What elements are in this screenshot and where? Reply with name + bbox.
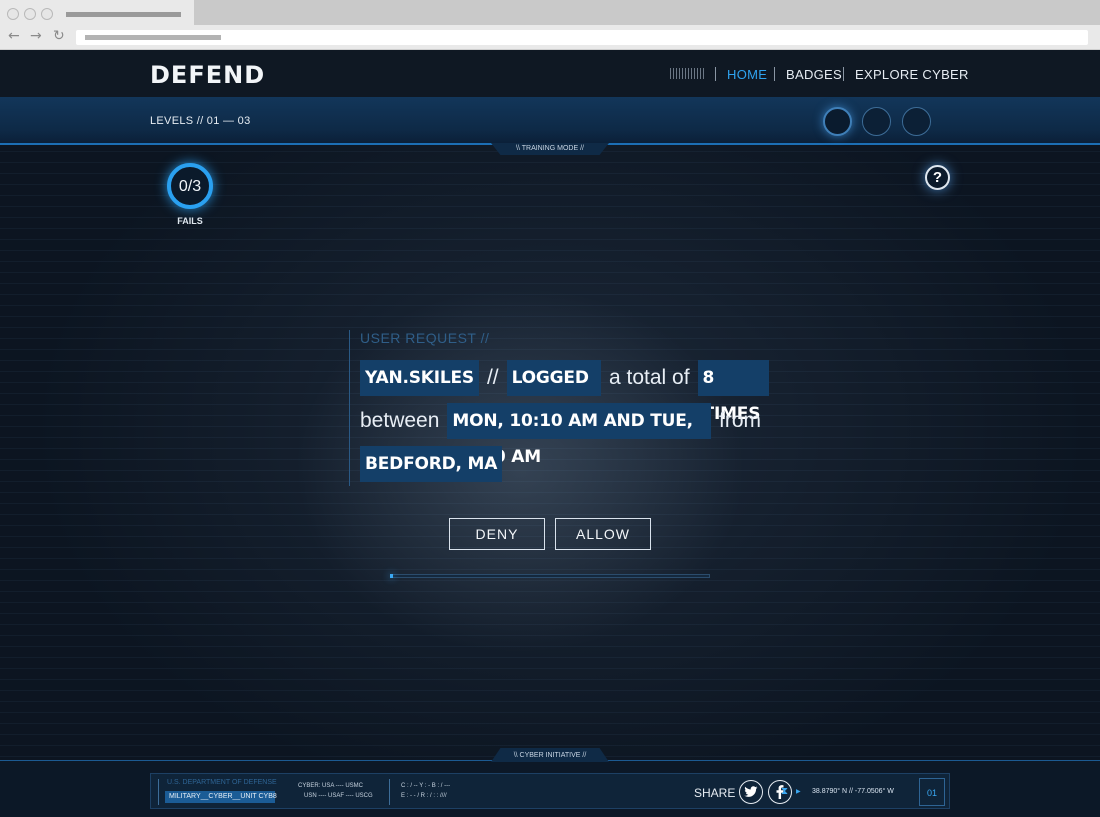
tab-title-placeholder — [66, 12, 181, 17]
game-page: DEFEND HOME BADGES EXPLORE CYBER LEVELS … — [0, 50, 1100, 817]
coordinates-readout: 38.8790° N // -77.0506° W — [812, 788, 894, 795]
fails-count: 0/3 — [178, 178, 202, 195]
address-bar[interactable] — [76, 30, 1088, 45]
back-arrow-icon[interactable]: ← — [8, 28, 20, 44]
url-placeholder — [85, 35, 221, 40]
timer-progress — [390, 574, 393, 578]
browser-titlebar — [0, 0, 1100, 25]
branches-line-1: CYBER: USA ---- USMC — [298, 783, 364, 789]
browser-tab[interactable] — [0, 0, 194, 25]
footer-panel: U.S. DEPARTMENT OF DEFENSE MILITARY__CYB… — [150, 773, 950, 809]
twitter-icon[interactable] — [739, 780, 763, 804]
allow-button[interactable]: ALLOW — [555, 518, 651, 550]
level-indicator-2 — [862, 107, 891, 136]
total-text: a total of — [608, 366, 690, 389]
footer-divider — [389, 779, 390, 805]
timespan-chip: MON, 10:10 AM AND TUE, 02:10 AM — [447, 403, 711, 467]
nav-divider — [715, 67, 716, 81]
forward-arrow-icon[interactable]: → — [30, 28, 42, 44]
grid-line-2: E : - - / R : / : : //// — [401, 793, 447, 799]
grid-line-1: C : / -- Y : - B : / --- — [401, 783, 451, 789]
level-indicator-1 — [823, 107, 852, 136]
username-chip: YAN.SKILES — [360, 360, 479, 396]
level-number-badge: 01 — [919, 778, 945, 806]
level-indicator-3 — [902, 107, 931, 136]
help-icon[interactable]: ? — [925, 165, 950, 190]
reload-icon[interactable]: ↻ — [53, 28, 65, 44]
nav-divider — [774, 67, 775, 81]
footer-divider — [158, 779, 159, 805]
share-label: SHARE — [694, 786, 736, 800]
branches-line-2: USN ---- USAF ---- USCG — [304, 793, 373, 799]
browser-toolbar: ← → ↻ — [0, 25, 1100, 50]
separator-text: // — [486, 366, 499, 389]
tick-marks-decoration — [670, 68, 704, 79]
nav-explore-cyber[interactable]: EXPLORE CYBER — [855, 67, 969, 82]
fails-label: FAILS — [177, 216, 203, 226]
window-minimize-dot[interactable] — [24, 8, 36, 20]
cyber-initiative-label: \\ CYBER INITIATIVE // — [513, 752, 587, 759]
unit-label: MILITARY__CYBER__UNIT CYB8 — [165, 791, 277, 803]
training-mode-label: \\ TRAINING MODE // — [516, 145, 584, 152]
top-navigation: DEFEND HOME BADGES EXPLORE CYBER — [0, 50, 1100, 97]
department-label: U.S. DEPARTMENT OF DEFENSE — [167, 779, 277, 786]
between-text: between — [360, 409, 440, 432]
request-line-3: BEDFORD, MA — [360, 446, 503, 482]
nav-badges[interactable]: BADGES — [786, 67, 842, 82]
window-close-dot[interactable] — [7, 8, 19, 20]
request-line-2: between MON, 10:10 AM AND TUE, 02:10 AM … — [360, 403, 769, 467]
location-chip: BEDFORD, MA — [360, 446, 503, 482]
level-bar: LEVELS // 01 — 03 — [0, 97, 1100, 145]
nav-home[interactable]: HOME — [727, 67, 767, 82]
from-text: from — [719, 409, 761, 432]
timer-track — [390, 574, 710, 578]
user-request-panel: USER REQUEST // YAN.SKILES // LOGGED IN … — [349, 330, 769, 486]
request-line-1: YAN.SKILES // LOGGED IN a total of 8 TIM… — [360, 360, 769, 424]
request-title: USER REQUEST // — [360, 330, 490, 346]
hourglass-icon: ⧗ — [781, 786, 789, 797]
deny-button[interactable]: DENY — [449, 518, 545, 550]
nav-divider — [843, 67, 844, 81]
window-maximize-dot[interactable] — [41, 8, 53, 20]
times-chip: 8 TIMES — [697, 360, 769, 424]
site-logo[interactable]: DEFEND — [150, 61, 265, 89]
levels-label: LEVELS // 01 — 03 — [150, 115, 251, 127]
play-arrow-icon: ▶ — [796, 789, 801, 795]
action-chip: LOGGED IN — [506, 360, 601, 424]
